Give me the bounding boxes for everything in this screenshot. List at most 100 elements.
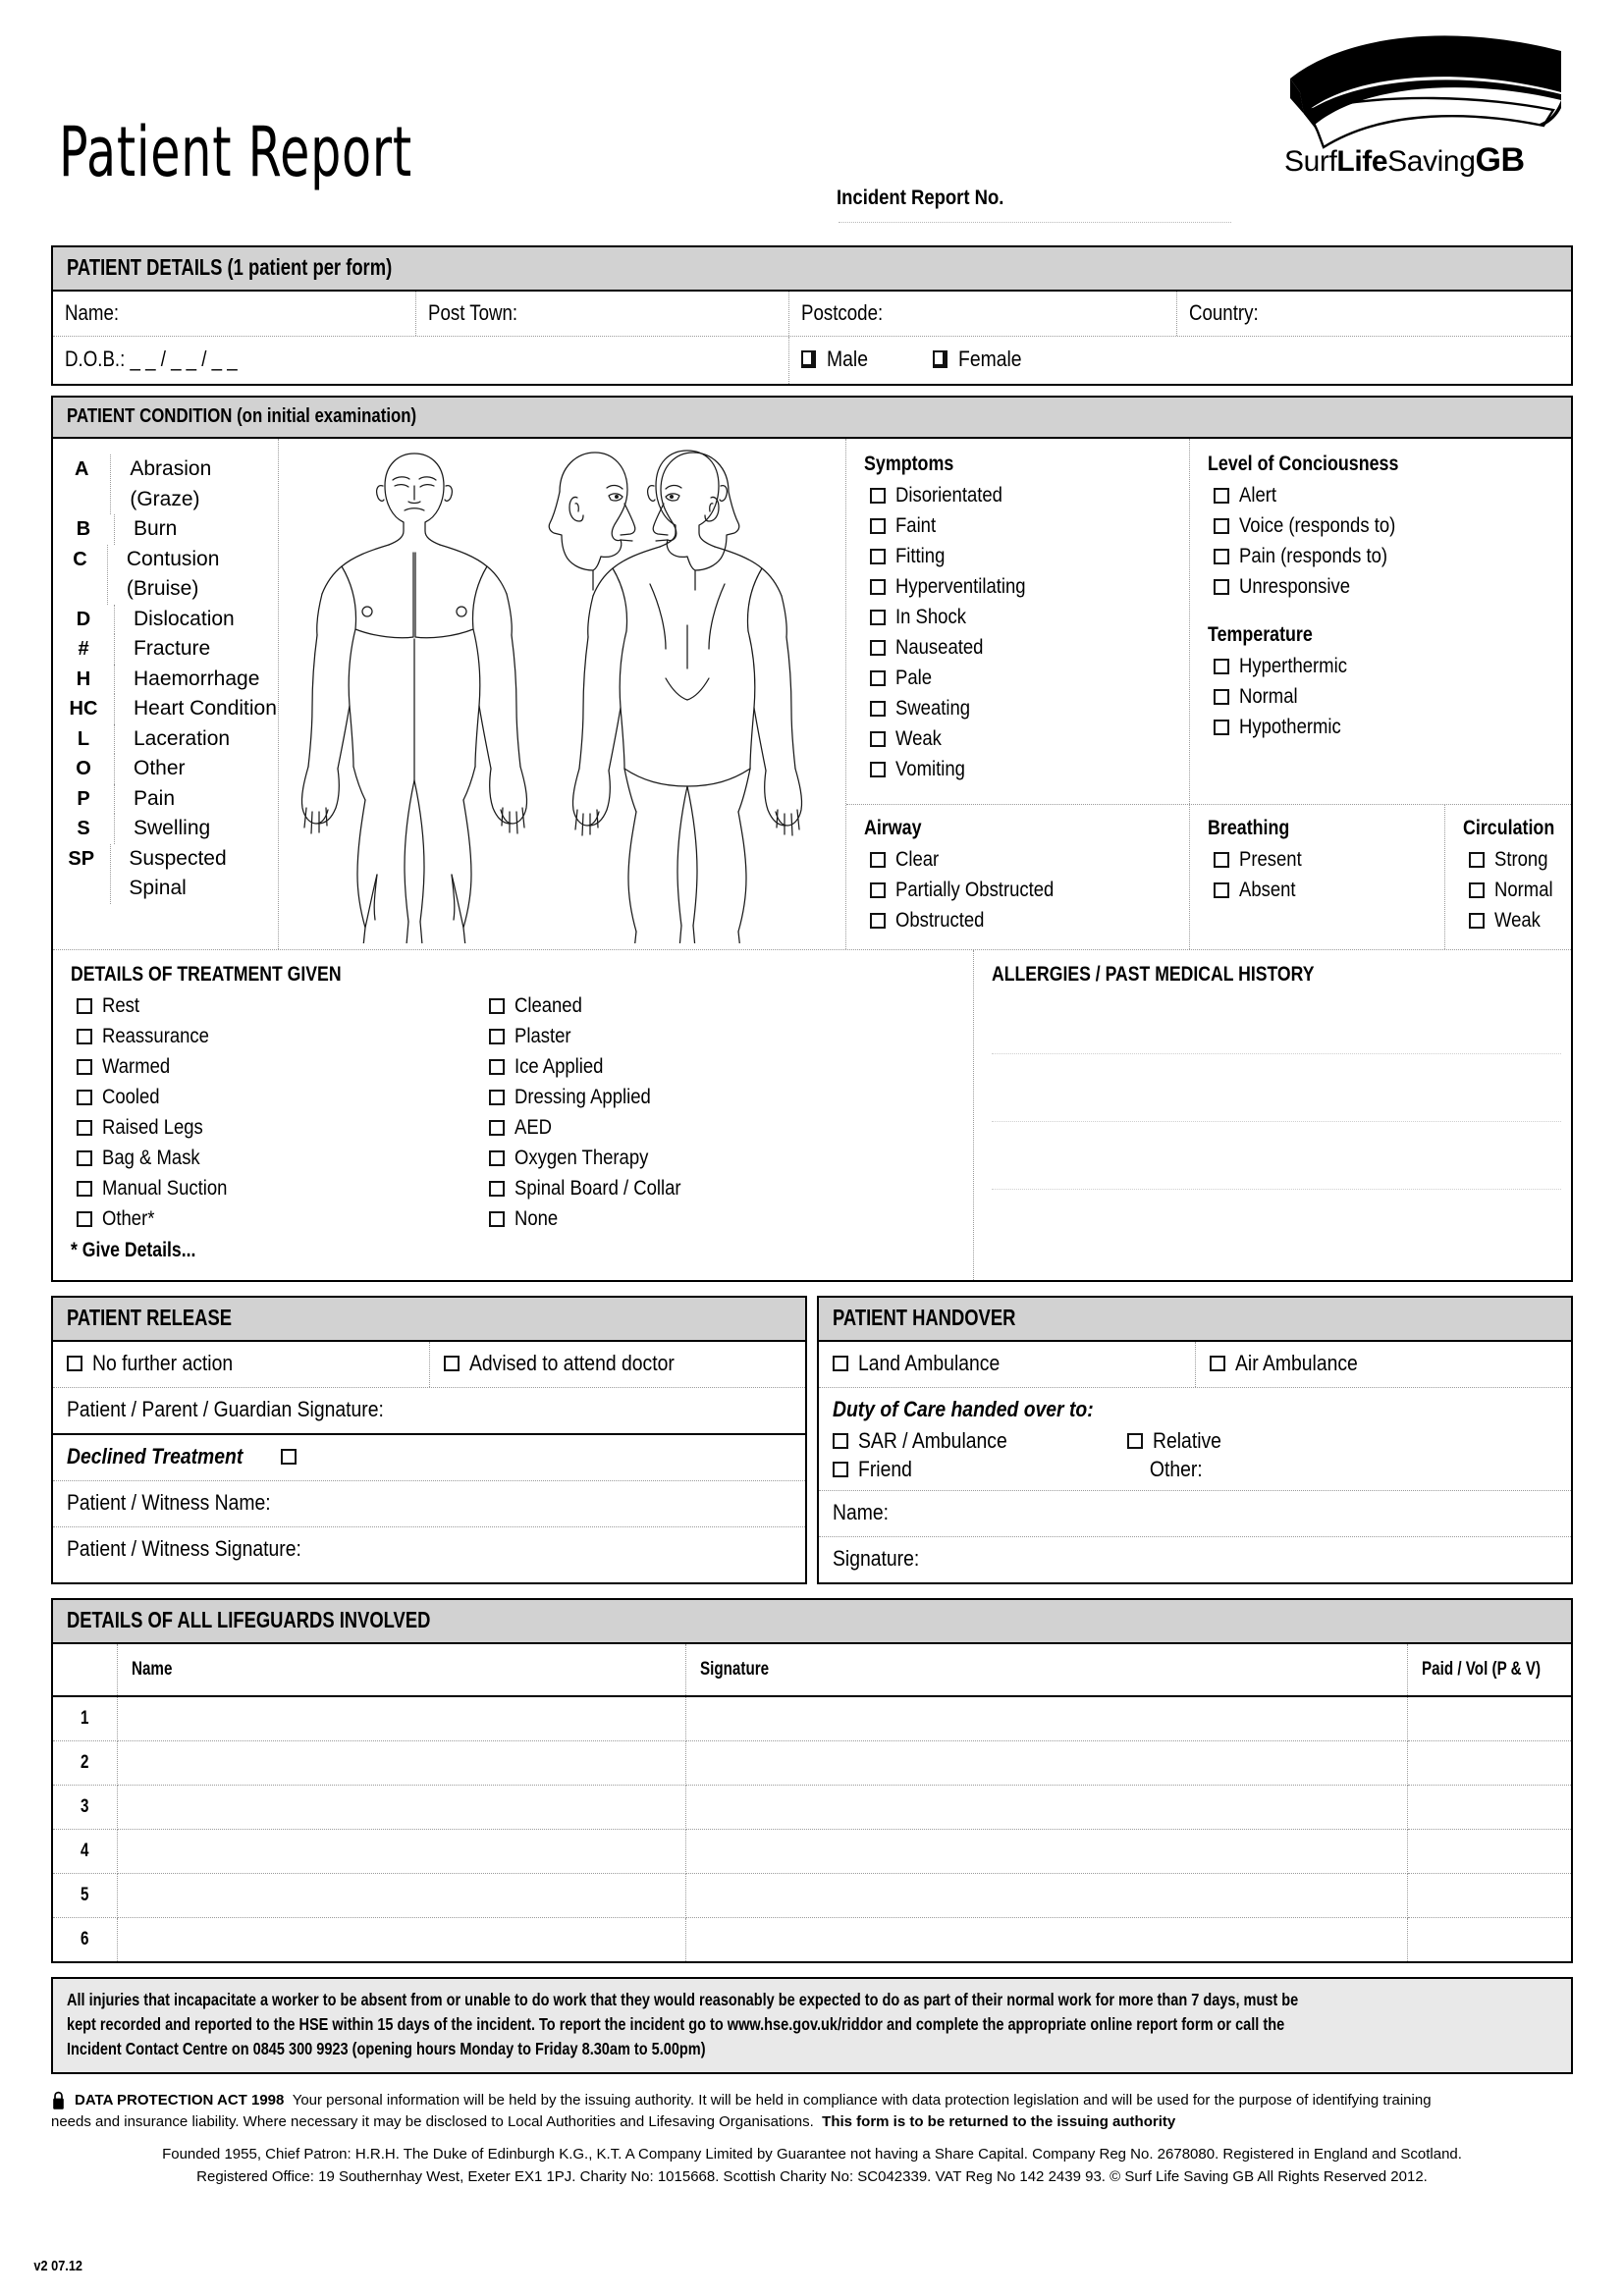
declined-treatment-checkbox[interactable]: Declined Treatment: [53, 1435, 805, 1481]
relative-checkbox[interactable]: Relative: [1127, 1428, 1422, 1454]
lifeguard-paidvol-cell[interactable]: [1407, 1696, 1571, 1741]
lifeguard-name-cell[interactable]: [117, 1696, 686, 1741]
lifeguard-paidvol-cell[interactable]: [1407, 1740, 1571, 1786]
handover-other-field[interactable]: Other:: [1127, 1457, 1422, 1482]
dob-field[interactable]: D.O.B.: _ _ / _ _ / _ _: [53, 337, 789, 384]
no-further-action-checkbox[interactable]: No further action: [53, 1342, 430, 1387]
page-title: Patient Report: [59, 112, 412, 192]
treatment-checkbox[interactable]: Oxygen Therapy: [483, 1143, 895, 1173]
treatment-checkbox[interactable]: Rest: [71, 990, 483, 1021]
incident-report-no-field[interactable]: Incident Report No.: [837, 187, 1249, 223]
circulation-checkbox[interactable]: Strong: [1463, 844, 1571, 875]
table-row[interactable]: 2: [53, 1740, 1571, 1786]
lifeguard-signature-cell[interactable]: [685, 1785, 1408, 1830]
checkbox-icon: [1214, 688, 1230, 705]
lifeguard-signature-cell[interactable]: [685, 1829, 1408, 1874]
consciousness-checkbox[interactable]: Alert: [1208, 480, 1529, 510]
table-row[interactable]: 5: [53, 1873, 1571, 1918]
allergies-write-line[interactable]: [992, 1054, 1561, 1122]
temperature-checkbox[interactable]: Hyperthermic: [1208, 651, 1529, 681]
breathing-checkbox[interactable]: Absent: [1208, 875, 1444, 905]
symptom-checkbox[interactable]: Disorientated: [864, 480, 1189, 510]
treatment-checkbox[interactable]: Manual Suction: [71, 1173, 483, 1203]
treatment-checkbox[interactable]: Spinal Board / Collar: [483, 1173, 895, 1203]
circulation-checkbox[interactable]: Weak: [1463, 905, 1571, 935]
temperature-checkbox[interactable]: Hypothermic: [1208, 712, 1529, 742]
lifeguard-signature-cell[interactable]: [685, 1740, 1408, 1786]
witness-signature-field[interactable]: Patient / Witness Signature:: [53, 1527, 805, 1573]
lifeguard-name-cell[interactable]: [117, 1873, 686, 1918]
symptom-checkbox[interactable]: Hyperventilating: [864, 571, 1189, 602]
table-row[interactable]: 3: [53, 1785, 1571, 1830]
injury-code-row: # Fracture: [53, 634, 278, 665]
treatment-checkbox[interactable]: Warmed: [71, 1051, 483, 1082]
airway-checkbox[interactable]: Partially Obstructed: [864, 875, 1189, 905]
symptom-checkbox[interactable]: In Shock: [864, 602, 1189, 632]
lifeguard-signature-cell[interactable]: [685, 1696, 1408, 1741]
treatment-checkbox[interactable]: Cooled: [71, 1082, 483, 1112]
symptom-checkbox[interactable]: Vomiting: [864, 754, 1189, 784]
land-ambulance-checkbox[interactable]: Land Ambulance: [819, 1342, 1196, 1387]
advised-doctor-checkbox[interactable]: Advised to attend doctor: [430, 1342, 806, 1387]
treatment-checkbox[interactable]: Dressing Applied: [483, 1082, 895, 1112]
country-field[interactable]: Country:: [1177, 292, 1571, 336]
guardian-signature-field[interactable]: Patient / Parent / Guardian Signature:: [53, 1388, 805, 1435]
consciousness-checkbox[interactable]: Pain (responds to): [1208, 541, 1529, 571]
post-town-field[interactable]: Post Town:: [416, 292, 789, 336]
symptom-checkbox[interactable]: Weak: [864, 723, 1189, 754]
consciousness-checkbox[interactable]: Unresponsive: [1208, 571, 1529, 602]
treatment-checkbox[interactable]: None: [483, 1203, 895, 1234]
lifeguard-name-cell[interactable]: [117, 1917, 686, 1961]
lifeguard-paidvol-cell[interactable]: [1407, 1785, 1571, 1830]
friend-checkbox[interactable]: Friend: [833, 1457, 1127, 1482]
lifeguard-paidvol-cell[interactable]: [1407, 1829, 1571, 1874]
sex-female-checkbox[interactable]: Female: [932, 347, 1030, 372]
table-row[interactable]: 6: [53, 1917, 1571, 1962]
lifeguard-name-cell[interactable]: [117, 1829, 686, 1874]
allergies-write-line[interactable]: [992, 1122, 1561, 1190]
treatment-checkbox[interactable]: Raised Legs: [71, 1112, 483, 1143]
body-diagram[interactable]: [279, 439, 847, 949]
treatment-checkbox[interactable]: Ice Applied: [483, 1051, 895, 1082]
airway-checkbox[interactable]: Clear: [864, 844, 1189, 875]
air-ambulance-checkbox[interactable]: Air Ambulance: [1196, 1342, 1572, 1387]
breathing-checkbox[interactable]: Present: [1208, 844, 1444, 875]
sar-ambulance-checkbox[interactable]: SAR / Ambulance: [833, 1428, 1127, 1454]
lifeguard-signature-cell[interactable]: [685, 1873, 1408, 1918]
treatment-column-right: Cleaned Plaster Ice Applied Dressing App…: [483, 990, 895, 1234]
sex-male-checkbox[interactable]: Male: [801, 347, 874, 372]
treatment-checkbox[interactable]: Bag & Mask: [71, 1143, 483, 1173]
treatment-checkbox[interactable]: Plaster: [483, 1021, 895, 1051]
circulation-checkbox[interactable]: Normal: [1463, 875, 1571, 905]
handover-name-field[interactable]: Name:: [819, 1491, 1571, 1537]
name-field[interactable]: Name:: [53, 292, 416, 336]
table-row[interactable]: 4: [53, 1829, 1571, 1874]
table-row[interactable]: 1: [53, 1696, 1571, 1741]
postcode-field[interactable]: Postcode:: [789, 292, 1177, 336]
allergies-write-line[interactable]: [992, 987, 1561, 1054]
symptom-checkbox[interactable]: Sweating: [864, 693, 1189, 723]
allergies-section[interactable]: ALLERGIES / PAST MEDICAL HISTORY: [974, 950, 1571, 1280]
consciousness-checkbox[interactable]: Voice (responds to): [1208, 510, 1529, 541]
witness-name-field[interactable]: Patient / Witness Name:: [53, 1481, 805, 1527]
treatment-checkbox[interactable]: AED: [483, 1112, 895, 1143]
airway-checkbox[interactable]: Obstructed: [864, 905, 1189, 935]
symptom-checkbox[interactable]: Nauseated: [864, 632, 1189, 663]
treatment-checkbox[interactable]: Cleaned: [483, 990, 895, 1021]
treatment-checkbox[interactable]: Reassurance: [71, 1021, 483, 1051]
allergies-write-line[interactable]: [992, 1190, 1561, 1256]
lifeguard-paidvol-cell[interactable]: [1407, 1918, 1571, 1962]
lifeguard-name-cell[interactable]: [117, 1785, 686, 1830]
lifeguard-name-cell[interactable]: [117, 1740, 686, 1786]
symptom-checkbox[interactable]: Faint: [864, 510, 1189, 541]
symptom-checkbox[interactable]: Fitting: [864, 541, 1189, 571]
temperature-checkbox[interactable]: Normal: [1208, 681, 1529, 712]
patient-details-section: PATIENT DETAILS (1 patient per form) Nam…: [51, 245, 1573, 386]
checkbox-icon: [1214, 719, 1230, 735]
dpa-bold-tail: This form is to be returned to the issui…: [822, 2113, 1176, 2130]
treatment-checkbox[interactable]: Other*: [71, 1203, 483, 1234]
symptom-checkbox[interactable]: Pale: [864, 663, 1189, 693]
handover-signature-field[interactable]: Signature:: [819, 1537, 1571, 1582]
lifeguard-signature-cell[interactable]: [685, 1917, 1408, 1961]
lifeguard-paidvol-cell[interactable]: [1407, 1873, 1571, 1918]
